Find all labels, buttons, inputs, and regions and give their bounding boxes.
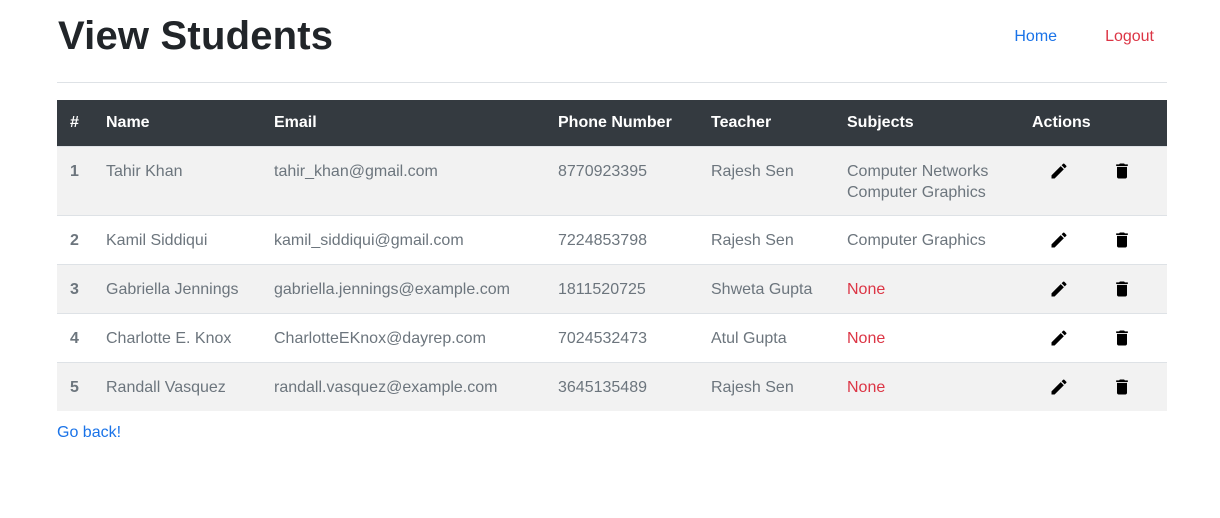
subject-item: Computer Graphics bbox=[847, 183, 986, 201]
row-number: 4 bbox=[70, 329, 79, 347]
student-subjects: None bbox=[847, 313, 1032, 362]
pencil-icon[interactable] bbox=[1047, 277, 1071, 301]
student-name: Tahir Khan bbox=[106, 162, 183, 180]
page-container: View Students Home Logout # Name Email P… bbox=[57, 0, 1167, 441]
page-title: View Students bbox=[58, 14, 334, 58]
column-header-name: Name bbox=[106, 113, 150, 131]
pencil-icon[interactable] bbox=[1047, 228, 1071, 252]
student-email: gabriella.jennings@example.com bbox=[274, 280, 510, 298]
table-body: 1 Tahir Khan tahir_khan@gmail.com 877092339… bbox=[57, 146, 1167, 411]
student-phone: 8770923395 bbox=[558, 162, 647, 180]
student-email: randall.vasquez@example.com bbox=[274, 378, 498, 396]
row-actions bbox=[1032, 313, 1167, 362]
subject-item: None bbox=[847, 378, 886, 396]
go-back-link[interactable]: Go back! bbox=[57, 423, 121, 443]
action-buttons bbox=[1032, 161, 1167, 182]
pencil-icon[interactable] bbox=[1047, 375, 1071, 399]
student-subjects: Computer Networks Computer Graphics bbox=[847, 146, 1032, 215]
table-row: 1 Tahir Khan tahir_khan@gmail.com 877092339… bbox=[57, 146, 1167, 215]
row-number: 5 bbox=[70, 378, 79, 396]
student-name: Gabriella Jennings bbox=[106, 280, 239, 298]
trash-icon[interactable] bbox=[1110, 326, 1134, 350]
subject-item: Computer Networks bbox=[847, 162, 989, 180]
student-email: kamil_siddiqui@gmail.com bbox=[274, 231, 464, 249]
student-teacher: Shweta Gupta bbox=[711, 280, 813, 298]
student-subjects: None bbox=[847, 362, 1032, 411]
home-link[interactable]: Home bbox=[1001, 27, 1070, 47]
row-number: 1 bbox=[70, 162, 79, 180]
column-header-phone: Phone Number bbox=[558, 113, 672, 131]
student-name: Randall Vasquez bbox=[106, 378, 226, 396]
trash-icon[interactable] bbox=[1110, 228, 1134, 252]
pencil-icon[interactable] bbox=[1047, 326, 1071, 350]
table-row: 5 Randall Vasquez randall.vasquez@example.… bbox=[57, 362, 1167, 411]
logout-link[interactable]: Logout bbox=[1092, 27, 1167, 47]
row-actions bbox=[1032, 146, 1167, 215]
row-actions bbox=[1032, 264, 1167, 313]
column-header-actions: Actions bbox=[1032, 113, 1091, 131]
student-teacher: Rajesh Sen bbox=[711, 231, 794, 249]
student-subjects: None bbox=[847, 264, 1032, 313]
table-header-row: # Name Email Phone Number Teacher Subjec… bbox=[57, 100, 1167, 146]
row-actions bbox=[1032, 362, 1167, 411]
student-phone: 1811520725 bbox=[558, 280, 646, 298]
student-email: tahir_khan@gmail.com bbox=[274, 162, 438, 180]
column-header-number: # bbox=[70, 113, 79, 131]
student-teacher: Atul Gupta bbox=[711, 329, 787, 347]
subject-item: None bbox=[847, 329, 886, 347]
column-header-email: Email bbox=[274, 113, 317, 131]
table-row: 3 Gabriella Jennings gabriella.jennings@ex… bbox=[57, 264, 1167, 313]
table-row: 4 Charlotte E. Knox CharlotteEKnox@dayrep.… bbox=[57, 313, 1167, 362]
student-name: Kamil Siddiqui bbox=[106, 231, 208, 249]
column-header-teacher: Teacher bbox=[711, 113, 772, 131]
student-teacher: Rajesh Sen bbox=[711, 162, 794, 180]
student-name: Charlotte E. Knox bbox=[106, 329, 232, 347]
subject-item: Computer Graphics bbox=[847, 231, 986, 249]
row-number: 3 bbox=[70, 280, 79, 298]
student-phone: 7024532473 bbox=[558, 329, 647, 347]
student-teacher: Rajesh Sen bbox=[711, 378, 794, 396]
trash-icon[interactable] bbox=[1110, 277, 1134, 301]
action-buttons bbox=[1032, 230, 1167, 251]
pencil-icon[interactable] bbox=[1047, 159, 1071, 183]
row-number: 2 bbox=[70, 231, 79, 249]
subject-item: None bbox=[847, 280, 886, 298]
table-row: 2 Kamil Siddiqui kamil_siddiqui@gmail.com 7… bbox=[57, 215, 1167, 264]
action-buttons bbox=[1032, 328, 1167, 349]
row-actions bbox=[1032, 215, 1167, 264]
page-header: View Students Home Logout bbox=[57, 0, 1167, 83]
student-phone: 3645135489 bbox=[558, 378, 647, 396]
trash-icon[interactable] bbox=[1110, 375, 1134, 399]
student-email: CharlotteEKnox@dayrep.com bbox=[274, 329, 486, 347]
trash-icon[interactable] bbox=[1110, 159, 1134, 183]
column-header-subjects: Subjects bbox=[847, 113, 914, 131]
student-phone: 7224853798 bbox=[558, 231, 647, 249]
students-table: # Name Email Phone Number Teacher Subjec… bbox=[57, 100, 1167, 411]
student-subjects: Computer Graphics bbox=[847, 215, 1032, 264]
top-nav: Home Logout bbox=[1001, 27, 1167, 47]
action-buttons bbox=[1032, 377, 1167, 398]
action-buttons bbox=[1032, 279, 1167, 300]
